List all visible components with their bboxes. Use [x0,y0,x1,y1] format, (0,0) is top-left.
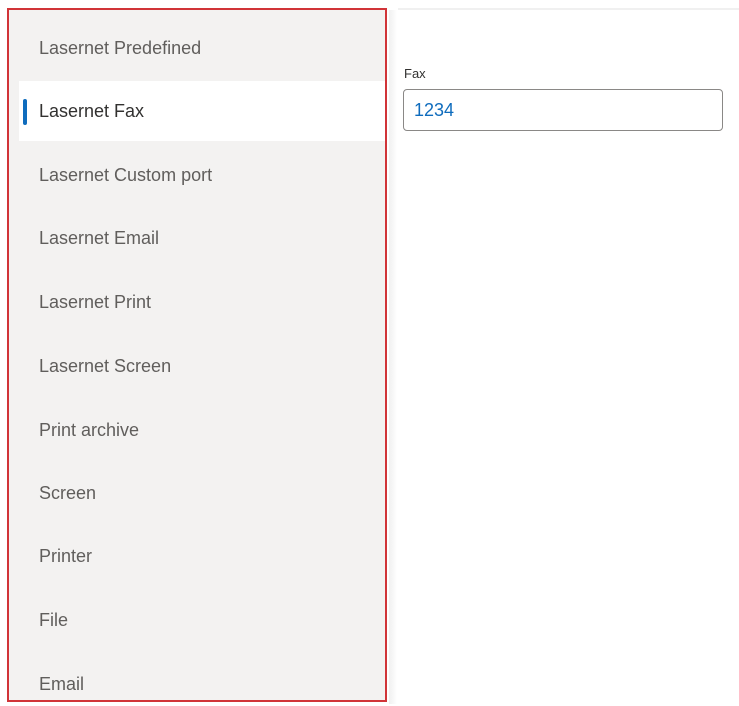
nav-item-lasernet-fax[interactable]: Lasernet Fax [19,81,385,141]
nav-item-label: File [39,609,69,630]
nav-item-label: Lasernet Print [39,291,152,312]
nav-item-print-archive[interactable]: Print archive [19,400,385,460]
fax-field-label: Fax [404,66,426,81]
nav-item-label: Email [39,673,85,694]
selection-indicator [23,99,27,125]
nav-item-lasernet-predefined[interactable]: Lasernet Predefined [19,18,385,78]
divider [398,8,739,10]
nav-item-label: Lasernet Email [39,227,160,248]
nav-item-email[interactable]: Email [19,654,385,706]
nav-item-lasernet-screen[interactable]: Lasernet Screen [19,336,385,396]
nav-item-file[interactable]: File [19,590,385,650]
nav-item-lasernet-custom-port[interactable]: Lasernet Custom port [19,145,385,205]
nav-item-label: Lasernet Fax [39,100,145,121]
nav-item-label: Lasernet Screen [39,355,172,376]
nav-item-label: Lasernet Predefined [39,37,202,58]
nav-item-lasernet-print[interactable]: Lasernet Print [19,272,385,332]
fax-number-input[interactable] [403,89,723,131]
nav-item-lasernet-email[interactable]: Lasernet Email [19,208,385,268]
nav-item-label: Lasernet Custom port [39,164,213,185]
nav-item-label: Print archive [39,419,140,440]
destination-settings-panel: Lasernet Predefined Lasernet Fax Laserne… [0,0,739,706]
nav-item-label: Screen [39,482,97,503]
nav-pane-shadow [389,10,397,704]
nav-item-label: Printer [39,545,93,566]
destination-nav-pane: Lasernet Predefined Lasernet Fax Laserne… [7,8,387,702]
nav-item-printer[interactable]: Printer [19,526,385,586]
nav-item-screen[interactable]: Screen [19,463,385,523]
